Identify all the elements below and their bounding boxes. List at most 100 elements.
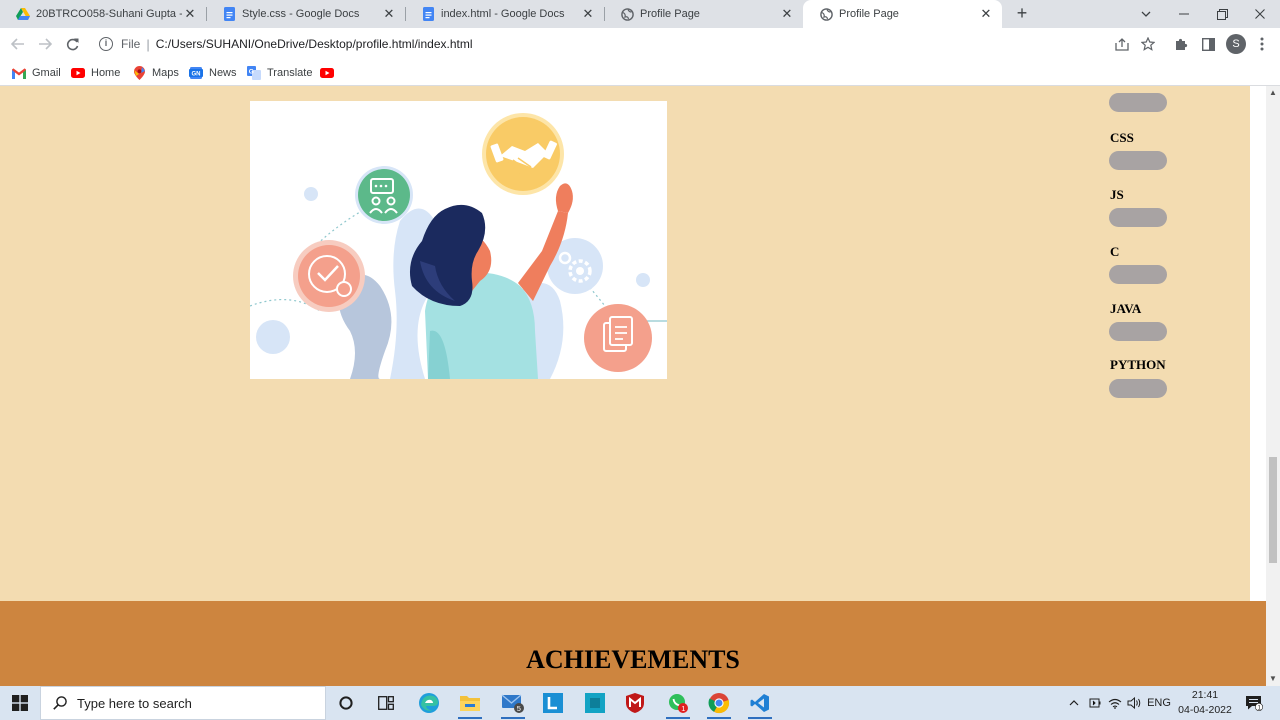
skill-progress-bar <box>1109 151 1167 170</box>
volume-icon[interactable] <box>1126 686 1142 720</box>
bookmark-maps[interactable]: Maps <box>132 64 179 82</box>
wifi-icon[interactable] <box>1107 686 1123 720</box>
site-info-icon[interactable]: i <box>99 37 113 51</box>
bookmarks-bar: Gmail Home Maps GN News G Translate <box>0 60 1280 86</box>
forward-button[interactable] <box>35 34 55 54</box>
google-drive-icon <box>16 7 30 21</box>
search-placeholder: Type here to search <box>77 695 192 711</box>
tab-title: Profile Page <box>640 8 700 20</box>
bookmark-translate[interactable]: G Translate <box>247 64 312 82</box>
reload-button[interactable] <box>62 34 82 54</box>
scroll-thumb[interactable] <box>1269 457 1277 563</box>
youtube-icon <box>71 66 85 80</box>
skill-progress-bar <box>1109 93 1167 112</box>
svg-text:GN: GN <box>192 72 201 78</box>
browser-toolbar: i File | C:/Users/SUHANI/OneDrive/Deskto… <box>0 28 1280 60</box>
globe-icon <box>819 7 833 21</box>
system-clock[interactable]: 21:41 04-04-2022 <box>1172 688 1238 718</box>
close-tab-icon[interactable]: ✕ <box>580 6 596 22</box>
maps-pin-icon <box>132 66 146 80</box>
bookmark-label: Translate <box>267 67 313 79</box>
edge-icon[interactable] <box>411 690 447 716</box>
skill-label: CSS <box>1110 130 1134 145</box>
skill-progress-bar <box>1109 208 1167 227</box>
bookmark-youtube[interactable] <box>320 64 340 82</box>
l-app-icon[interactable] <box>535 690 571 716</box>
bookmark-label: News <box>209 67 237 79</box>
globe-icon <box>620 7 634 21</box>
whatsapp-icon[interactable]: 1 <box>660 690 696 719</box>
minimize-button[interactable] <box>1165 0 1203 28</box>
cortana-icon[interactable] <box>328 690 364 716</box>
skill-progress-bar <box>1109 265 1167 284</box>
skill-label: PYTHON <box>1110 357 1166 372</box>
back-button[interactable] <box>8 34 28 54</box>
task-view-icon[interactable] <box>368 690 404 716</box>
close-window-button[interactable] <box>1241 0 1279 28</box>
tab-title: 20BTRCO058-Suhani Gupta - Goo <box>36 8 182 20</box>
kebab-menu-icon[interactable] <box>1253 35 1271 53</box>
bookmark-home[interactable]: Home <box>71 64 120 82</box>
search-icon <box>53 696 67 710</box>
battery-icon[interactable] <box>1087 686 1103 720</box>
teal-app-icon[interactable] <box>577 690 613 716</box>
skill-label: JAVA <box>1110 301 1142 316</box>
url-scheme: File <box>121 37 141 51</box>
gmail-icon <box>12 66 26 80</box>
close-tab-icon[interactable]: ✕ <box>182 6 198 22</box>
bookmark-star-icon[interactable] <box>1139 35 1157 53</box>
notification-center-button[interactable]: 1 <box>1242 686 1266 720</box>
extensions-icon[interactable] <box>1172 35 1190 53</box>
bookmark-label: Maps <box>152 67 179 79</box>
tab-search-button[interactable] <box>1127 0 1165 28</box>
close-tab-icon[interactable]: ✕ <box>381 6 397 22</box>
vertical-scrollbar[interactable]: ▲ ▼ <box>1266 86 1280 686</box>
chrome-icon[interactable] <box>701 690 737 719</box>
taskbar-search-box[interactable]: Type here to search <box>40 686 326 720</box>
google-docs-icon <box>222 7 236 21</box>
news-icon: GN <box>189 66 203 80</box>
bookmark-label: Gmail <box>32 67 61 79</box>
clock-date: 04-04-2022 <box>1178 704 1232 716</box>
tab-profile-page[interactable]: Profile Page ✕ <box>604 0 803 28</box>
show-hidden-icons-chevron-icon[interactable] <box>1066 686 1082 720</box>
start-button[interactable] <box>0 686 40 720</box>
tab-title: Style.css - Google Docs <box>242 8 360 20</box>
notification-icon: 1 <box>1246 696 1263 711</box>
windows-taskbar: Type here to search 5 1 ENG 21:41 04-04-… <box>0 686 1280 720</box>
achievements-heading: ACHIEVEMENTS <box>526 645 740 674</box>
close-tab-icon[interactable]: ✕ <box>978 6 994 22</box>
language-indicator[interactable]: ENG <box>1145 686 1173 720</box>
side-panel-icon[interactable] <box>1199 35 1217 53</box>
skill-label: JS <box>1110 187 1124 202</box>
share-icon[interactable] <box>1113 35 1131 53</box>
url-text[interactable]: C:/Users/SUHANI/OneDrive/Desktop/profile… <box>156 37 473 51</box>
new-tab-button[interactable]: + <box>1013 4 1031 23</box>
close-tab-icon[interactable]: ✕ <box>779 6 795 22</box>
windows-logo-icon <box>12 695 28 711</box>
file-explorer-icon[interactable] <box>452 690 488 719</box>
page-viewport: CSS JS C JAVA PYTHON ACHIEVEMENTS <box>0 86 1266 686</box>
tab-strip: 20BTRCO058-Suhani Gupta - Goo ✕ Style.cs… <box>0 0 1280 28</box>
address-bar[interactable]: i File | C:/Users/SUHANI/OneDrive/Deskto… <box>90 32 1168 56</box>
tab-style-css[interactable]: Style.css - Google Docs ✕ <box>206 0 405 28</box>
vscode-icon[interactable] <box>742 690 778 719</box>
restore-button[interactable] <box>1203 0 1241 28</box>
tab-profile-page-active[interactable]: Profile Page ✕ <box>803 0 1002 28</box>
google-docs-icon <box>421 7 435 21</box>
skill-progress-bar <box>1109 379 1167 398</box>
scroll-up-arrow[interactable]: ▲ <box>1266 86 1280 100</box>
bookmark-news[interactable]: GN News <box>189 64 237 82</box>
mail-icon[interactable]: 5 <box>495 690 531 719</box>
mcafee-icon[interactable] <box>617 690 653 716</box>
tab-drive-doc[interactable]: 20BTRCO058-Suhani Gupta - Goo ✕ <box>0 0 206 28</box>
url-separator: | <box>146 36 150 52</box>
whatsapp-badge: 1 <box>681 704 685 713</box>
arrow-left-icon <box>11 38 24 50</box>
tab-index-html[interactable]: index.html - Google Docs ✕ <box>405 0 604 28</box>
bookmark-gmail[interactable]: Gmail <box>12 64 61 82</box>
scroll-down-arrow[interactable]: ▼ <box>1266 672 1280 686</box>
achievements-section: ACHIEVEMENTS <box>0 601 1266 686</box>
reload-icon <box>66 38 78 50</box>
profile-avatar[interactable]: S <box>1226 34 1246 54</box>
